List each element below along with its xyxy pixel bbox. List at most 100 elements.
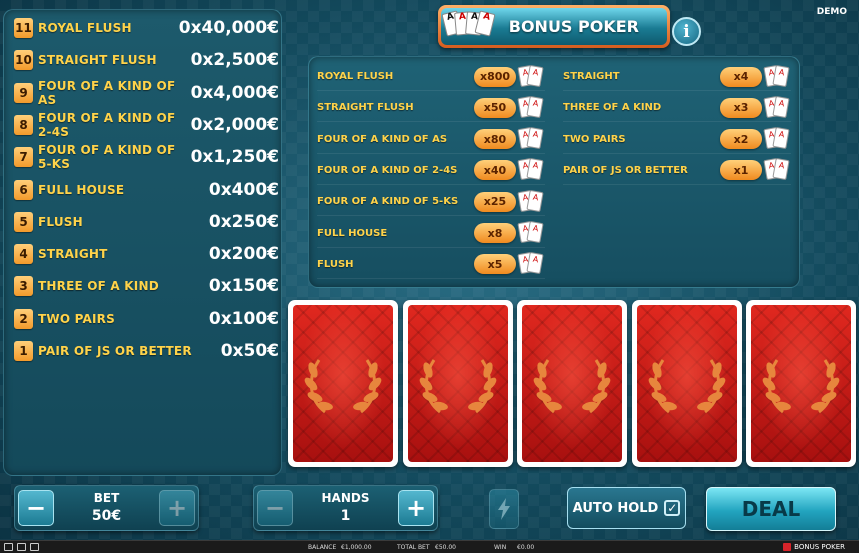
paytable-payout: 0x40,000€ — [178, 18, 279, 38]
multiplier-hand-name: ROYAL FLUSH — [317, 71, 394, 82]
settings-icon[interactable] — [30, 543, 39, 551]
hands-increase-button[interactable]: + — [398, 490, 434, 526]
game-title-plate: A A A A BONUS POKER — [438, 5, 670, 48]
multiplier-row: THREE OF A KIND x3 A A — [563, 94, 791, 123]
playing-card[interactable] — [402, 300, 513, 467]
balance-label: BALANCE — [308, 544, 337, 551]
auto-hold-label: AUTO HOLD — [572, 500, 659, 516]
laurel-icon — [645, 342, 729, 426]
multiplier-row: FULL HOUSE x8 A A — [317, 220, 545, 248]
paytable-payout: 0x4,000€ — [190, 82, 279, 103]
cards-icon: AA — [517, 252, 545, 275]
brand-logo-icon — [783, 543, 792, 551]
paytable-row: 2 TWO PAIRS 0x100€ — [14, 307, 279, 331]
lightning-icon[interactable] — [489, 489, 519, 529]
multiplier-hand-name: STRAIGHT FLUSH — [317, 102, 414, 114]
paytable-hand-name: FLUSH — [38, 214, 83, 229]
playing-card[interactable] — [517, 300, 628, 467]
bet-increase-button[interactable]: + — [159, 490, 195, 526]
demo-label: DEMO — [816, 7, 847, 17]
multiplier-hand-name: FLUSH — [317, 258, 354, 270]
card-glyph: A — [772, 64, 790, 87]
paytable-payout: 0x250€ — [208, 211, 279, 232]
paytable-row: 8 FOUR OF A KIND OF 2-4S 0x2,000€ — [14, 110, 279, 139]
bet-control: − BET 50€ + — [14, 485, 199, 531]
cards-icon: AA — [763, 64, 791, 88]
cards-icon: AA — [763, 95, 791, 119]
paytable-payout: 0x50€ — [220, 341, 279, 361]
multiplier-badge: x4 — [720, 66, 762, 87]
multiplier-row: FLUSH x5 A A — [317, 251, 545, 279]
multiplier-row: FOUR OF A KIND OF AS x80 A A — [317, 126, 545, 154]
card-glyph: A — [526, 95, 544, 118]
card-glyph: A — [526, 127, 544, 150]
multiplier-hand-name: FULL HOUSE — [317, 227, 388, 239]
auto-hold-toggle[interactable]: AUTO HOLD ✓ — [567, 487, 686, 529]
paytable-row: 5 FLUSH 0x250€ — [14, 210, 279, 234]
card-fan-icon: A A A A — [441, 10, 500, 42]
playing-card[interactable] — [746, 300, 857, 467]
multiplier-hand-name: FOUR OF A KIND OF AS — [317, 133, 448, 145]
card-glyph: A — [526, 252, 544, 275]
multiplier-hand-name: FOUR OF A KIND OF 2-4S — [317, 164, 458, 176]
paytable-row: 11 ROYAL FLUSH 0x40,000€ — [14, 16, 279, 40]
multiplier-row: ROYAL FLUSH x800 A A — [317, 63, 545, 91]
card-back — [293, 305, 393, 462]
cards-icon: AA — [517, 220, 545, 244]
sound-icon[interactable] — [17, 543, 26, 551]
card-glyph: A — [772, 95, 790, 118]
multiplier-badge: x800 — [474, 66, 516, 87]
multiplier-hand-name: TWO PAIRS — [563, 133, 626, 145]
paytable-rank-badge: 1 — [14, 341, 33, 361]
multiplier-badge: x5 — [474, 254, 516, 275]
laurel-icon — [530, 342, 614, 426]
total-bet-label: TOTAL BET — [397, 544, 430, 551]
multiplier-badge: x8 — [474, 223, 516, 243]
cards-icon: AA — [517, 189, 545, 213]
paytable-payout: 0x150€ — [208, 276, 279, 297]
multiplier-row: STRAIGHT x4 A A — [563, 63, 791, 91]
laurel-icon — [416, 342, 500, 426]
card-back — [751, 305, 852, 462]
paytable-rank-badge: 6 — [14, 179, 33, 200]
multiplier-badge: x50 — [474, 97, 516, 118]
card-glyph: A — [772, 158, 790, 181]
paytable-payout: 0x100€ — [208, 308, 279, 329]
playing-card[interactable] — [288, 300, 398, 467]
paytable-payout: 0x2,000€ — [190, 114, 279, 135]
paytable-payout: 0x400€ — [208, 179, 279, 200]
multiplier-badge: x1 — [720, 160, 762, 181]
paytable-hand-name: FOUR OF A KIND OF AS — [38, 78, 176, 107]
paytable-row: 3 THREE OF A KIND 0x150€ — [14, 274, 279, 298]
multiplier-hand-name: FOUR OF A KIND OF 5-KS — [317, 196, 459, 208]
info-icon[interactable]: i — [672, 17, 701, 46]
status-bar: BALANCE €1,000.00 TOTAL BET €50.00 WIN €… — [0, 540, 859, 553]
card-glyph: A — [526, 220, 544, 244]
paytable-row: 6 FULL HOUSE 0x400€ — [14, 178, 279, 202]
paytable-payout: 0x200€ — [208, 244, 279, 265]
playing-card[interactable] — [631, 300, 742, 467]
cards-icon: AA — [517, 95, 545, 119]
multiplier-hand-name: THREE OF A KIND — [563, 102, 662, 114]
multiplier-row: PAIR OF JS OR BETTER x1 A A — [563, 157, 791, 185]
multiplier-hand-name: STRAIGHT — [563, 71, 620, 82]
deal-button[interactable]: DEAL — [706, 487, 836, 531]
game-title: BONUS POKER — [508, 17, 639, 36]
win-value: €0.00 — [517, 544, 535, 551]
multiplier-row: STRAIGHT FLUSH x50 A A — [317, 94, 545, 123]
paytable-hand-name: THREE OF A KIND — [38, 279, 159, 294]
paytable-rank-badge: 5 — [14, 211, 33, 232]
multiplier-badge: x25 — [474, 191, 516, 212]
brand-game-name: BONUS POKER — [794, 543, 845, 551]
menu-icon[interactable] — [4, 543, 13, 551]
laurel-icon — [301, 342, 385, 426]
paytable-hand-name: FOUR OF A KIND OF 2-4S — [38, 110, 176, 139]
paytable-hand-name: TWO PAIRS — [38, 311, 115, 326]
hands-control: − HANDS 1 + — [253, 485, 438, 531]
paytable-hand-name: STRAIGHT — [38, 247, 108, 262]
balance-value: €1,000.00 — [341, 544, 372, 551]
card-back — [522, 305, 623, 462]
multiplier-panel: ROYAL FLUSH x800 A A STRAIGHT FLUSH x50 A A FOUR… — [308, 56, 800, 288]
card-back — [407, 305, 508, 462]
paytable-hand-name: FOUR OF A KIND OF 5-KS — [38, 143, 176, 172]
